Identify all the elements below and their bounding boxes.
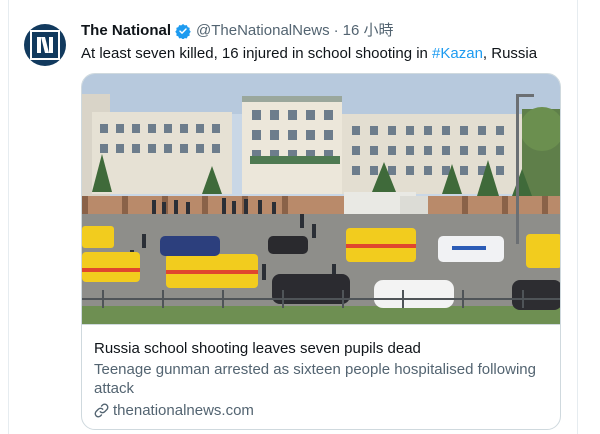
timeline-border-left bbox=[8, 0, 9, 434]
header-separator: · bbox=[333, 22, 339, 39]
card-title[interactable]: Russia school shooting leaves seven pupi… bbox=[94, 339, 421, 358]
tweet-header: The National @TheNationalNews · 16 小時 bbox=[81, 21, 394, 41]
tweet-timestamp[interactable]: 16 小時 bbox=[343, 21, 394, 41]
tweet-text-after: , Russia bbox=[482, 45, 538, 62]
verified-badge-icon bbox=[175, 23, 191, 39]
avatar[interactable] bbox=[24, 24, 66, 66]
card-domain[interactable]: thenationalnews.com bbox=[94, 401, 254, 420]
tweet-text-before: At least seven killed, 16 injured in sch… bbox=[81, 45, 433, 62]
link-card[interactable]: Russia school shooting leaves seven pupi… bbox=[81, 73, 561, 430]
tweet-text: At least seven killed, 16 injured in sch… bbox=[81, 44, 561, 64]
card-image[interactable] bbox=[82, 74, 560, 324]
card-description: Teenage gunman arrested as sixteen peopl… bbox=[94, 361, 536, 397]
timeline-border-right bbox=[577, 0, 578, 434]
news-photo-icon bbox=[82, 74, 560, 324]
card-domain-text[interactable]: thenationalnews.com bbox=[113, 401, 254, 420]
link-icon bbox=[94, 403, 109, 418]
hashtag-link[interactable]: #Kazan bbox=[432, 45, 483, 62]
author-name[interactable]: The National bbox=[81, 21, 171, 41]
author-handle[interactable]: @TheNationalNews bbox=[196, 21, 330, 41]
the-national-logo-icon bbox=[30, 30, 60, 60]
card-body[interactable]: Russia school shooting leaves seven pupi… bbox=[82, 324, 560, 429]
